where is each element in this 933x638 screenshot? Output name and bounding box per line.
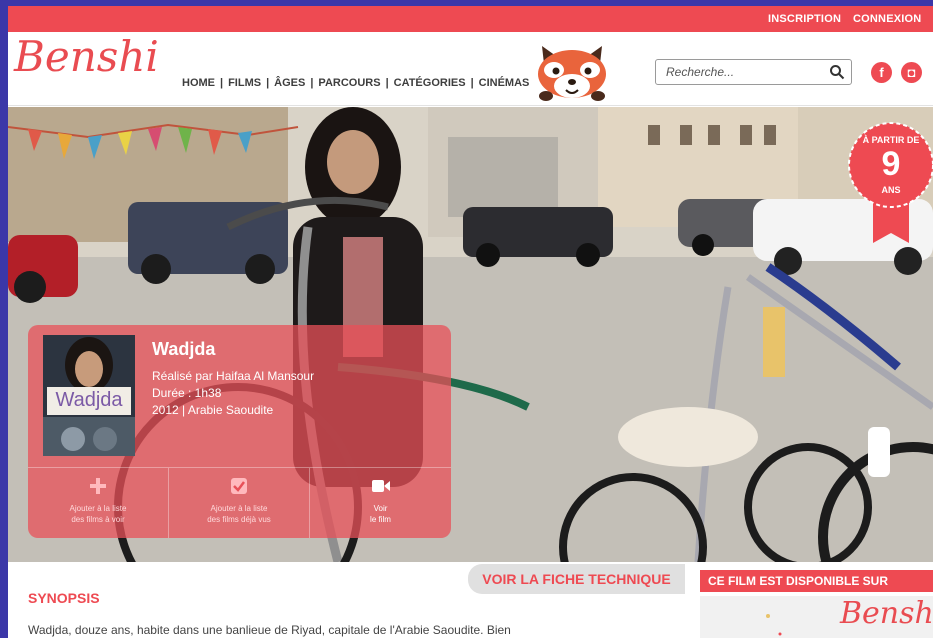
benshi-platform-logo[interactable]: Benshi (840, 596, 933, 631)
synopsis-title: SYNOPSIS (28, 590, 100, 606)
site-logo[interactable]: Benshi (14, 32, 159, 81)
action-label-line1: Voir (373, 504, 388, 513)
technical-sheet-button[interactable]: VOIR LA FICHE TECHNIQUE (468, 564, 685, 594)
film-title: Wadjda (152, 339, 216, 359)
video-camera-icon (371, 480, 390, 492)
sparkle-icon (766, 614, 782, 636)
search-box (655, 59, 852, 85)
nav-parcours[interactable]: PARCOURS (318, 77, 380, 89)
action-label-line1: Ajouter à la liste (210, 504, 268, 513)
page-frame: INSCRIPTION CONNEXION Benshi HOME | FILMS |… (8, 6, 933, 638)
hero-banner: À PARTIR DE 9 ANS Wadjda Wadjda Réalisé … (8, 107, 933, 562)
age-badge-line2: ANS (881, 185, 901, 195)
availability-panel: Benshi (700, 596, 933, 638)
age-badge: À PARTIR DE 9 ANS (845, 119, 933, 259)
nav-ages[interactable]: ÂGES (274, 77, 305, 89)
site-header: Benshi HOME | FILMS | ÂGES | PARCOURS | CATÉGORI… (8, 32, 933, 106)
login-link[interactable]: CONNEXION (853, 13, 921, 25)
film-duration: Durée : 1h38 (152, 386, 222, 400)
action-label-line2: des films déjà vus (207, 515, 271, 524)
red-panda-mascot-icon (538, 46, 606, 101)
search-input[interactable] (666, 63, 826, 81)
nav-separator: | (385, 77, 389, 89)
film-poster[interactable]: Wadjda (43, 335, 135, 456)
nav-separator: | (266, 77, 270, 89)
poster-title: Wadjda (55, 389, 123, 411)
film-actions: Ajouter à la liste des films à voir Ajout… (28, 467, 451, 538)
nav-home[interactable]: HOME (182, 77, 215, 89)
add-to-seen-list-button[interactable]: Ajouter à la liste des films déjà vus (169, 468, 310, 538)
plus-icon (90, 478, 106, 494)
action-label-line1: Ajouter à la liste (69, 504, 127, 513)
signup-link[interactable]: INSCRIPTION (768, 13, 841, 25)
add-to-watchlist-button[interactable]: Ajouter à la liste des films à voir (28, 468, 169, 538)
film-info-card: Wadjda Wadjda Réalisé par Haifaa Al Mans… (28, 325, 451, 538)
nav-films[interactable]: FILMS (228, 77, 261, 89)
synopsis-text: Wadjda, douze ans, habite dans une banli… (28, 623, 511, 637)
action-label-line2: des films à voir (71, 515, 125, 524)
nav-separator: | (470, 77, 474, 89)
nav-cinemas[interactable]: CINÉMAS (479, 77, 530, 89)
action-label-line2: le film (370, 515, 391, 524)
main-nav: HOME | FILMS | ÂGES | PARCOURS | CATÉGORIES | CINÉ… (182, 77, 529, 89)
search-icon[interactable] (829, 64, 845, 80)
age-badge-line1: À PARTIR DE (862, 135, 920, 145)
nav-separator: | (310, 77, 314, 89)
availability-title: CE FILM EST DISPONIBLE SUR (700, 570, 933, 592)
film-director: Réalisé par Haifaa Al Mansour (152, 369, 315, 383)
watch-film-button[interactable]: Voir le film (310, 468, 451, 538)
nav-separator: | (220, 77, 224, 89)
checkbox-icon (231, 478, 247, 494)
top-bar: INSCRIPTION CONNEXION (8, 6, 933, 32)
instagram-icon[interactable]: ◘ (901, 62, 922, 83)
age-badge-number: 9 (881, 145, 901, 183)
nav-categories[interactable]: CATÉGORIES (394, 77, 466, 89)
film-year-country: 2012 | Arabie Saoudite (152, 403, 274, 417)
facebook-icon[interactable]: f (871, 62, 892, 83)
